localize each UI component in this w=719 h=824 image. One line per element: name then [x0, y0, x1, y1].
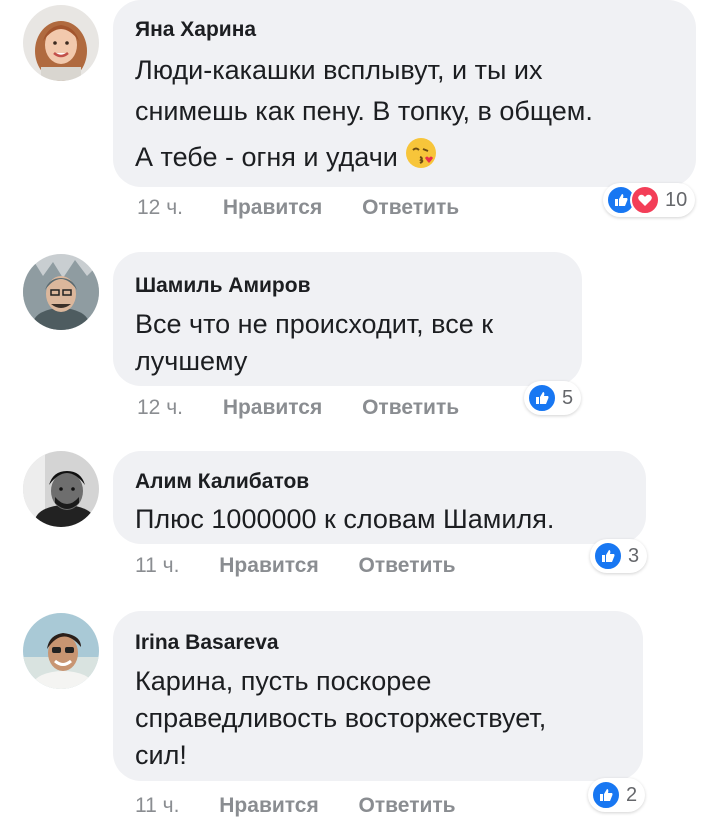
comment-time[interactable]: 12 ч. — [137, 396, 183, 420]
reaction-count: 3 — [628, 544, 640, 567]
avatar[interactable] — [23, 451, 99, 527]
comment-bubble: Яна Харина Люди-какашки всплывут, и ты и… — [113, 0, 696, 187]
comment-author[interactable]: Алим Калибатов — [135, 470, 624, 494]
comment-text-line: Плюс 1000000 к словам Шамиля. — [135, 504, 555, 534]
comment-author[interactable]: Яна Харина — [135, 18, 674, 42]
comment-text-line: А тебе - огня и удачи — [135, 136, 674, 182]
reactions-badge[interactable]: 5 — [524, 381, 582, 415]
like-reaction-icon — [527, 383, 557, 413]
like-link[interactable]: Нравится — [219, 794, 318, 818]
comment-text-line: лучшему — [135, 346, 248, 376]
comment-bubble: Irina Basareva Карина, пусть поскорее сп… — [113, 611, 643, 781]
reply-link[interactable]: Ответить — [359, 554, 456, 578]
reactions-badge[interactable]: 10 — [603, 183, 696, 217]
avatar[interactable] — [23, 613, 99, 689]
like-reaction-icon — [593, 541, 623, 571]
love-reaction-icon — [630, 185, 660, 215]
reaction-count: 5 — [562, 386, 574, 409]
reaction-count: 2 — [626, 783, 638, 806]
comment-time[interactable]: 11 ч. — [135, 794, 179, 818]
comment-time[interactable]: 12 ч. — [137, 196, 183, 220]
avatar[interactable] — [23, 254, 99, 330]
reply-link[interactable]: Ответить — [362, 396, 459, 420]
reply-link[interactable]: Ответить — [362, 196, 459, 220]
reply-link[interactable]: Ответить — [359, 794, 456, 818]
comment-bubble: Шамиль Амиров Все что не происходит, все… — [113, 252, 582, 386]
comment-author[interactable]: Irina Basareva — [135, 631, 621, 655]
comment-text-line: сил! — [135, 740, 187, 770]
comment-text-line: Все что не происходит, все к — [135, 309, 494, 339]
reactions-badge[interactable]: 3 — [590, 539, 648, 573]
comment-actions: 12 ч. Нравится Ответить — [137, 396, 493, 420]
comment-author[interactable]: Шамиль Амиров — [135, 274, 560, 298]
like-reaction-icon — [591, 780, 621, 810]
comment-text-line: Карина, пусть поскорее — [135, 666, 432, 696]
comment-actions: 11 ч. Нравится Ответить — [135, 554, 490, 578]
avatar[interactable] — [23, 5, 99, 81]
like-link[interactable]: Нравится — [223, 396, 322, 420]
comment-text-line: справедливость восторжествует, — [135, 703, 547, 733]
comment-actions: 12 ч. Нравится Ответить — [137, 196, 493, 220]
comment-text-line: Люди-какашки всплывут, и ты их — [135, 55, 543, 85]
comment-actions: 11 ч. Нравится Ответить — [135, 794, 490, 818]
comment-text-line: снимешь как пену. В топку, в общем. — [135, 96, 593, 126]
like-link[interactable]: Нравится — [223, 196, 322, 220]
reaction-count: 10 — [665, 188, 688, 211]
comment-bubble: Алим Калибатов Плюс 1000000 к словам Шам… — [113, 451, 646, 544]
comment-time[interactable]: 11 ч. — [135, 554, 179, 578]
comment-text-fragment: А тебе - огня и удачи — [135, 142, 398, 173]
kiss-emoji-icon — [404, 136, 438, 182]
like-link[interactable]: Нравится — [219, 554, 318, 578]
reactions-badge[interactable]: 2 — [588, 778, 646, 812]
